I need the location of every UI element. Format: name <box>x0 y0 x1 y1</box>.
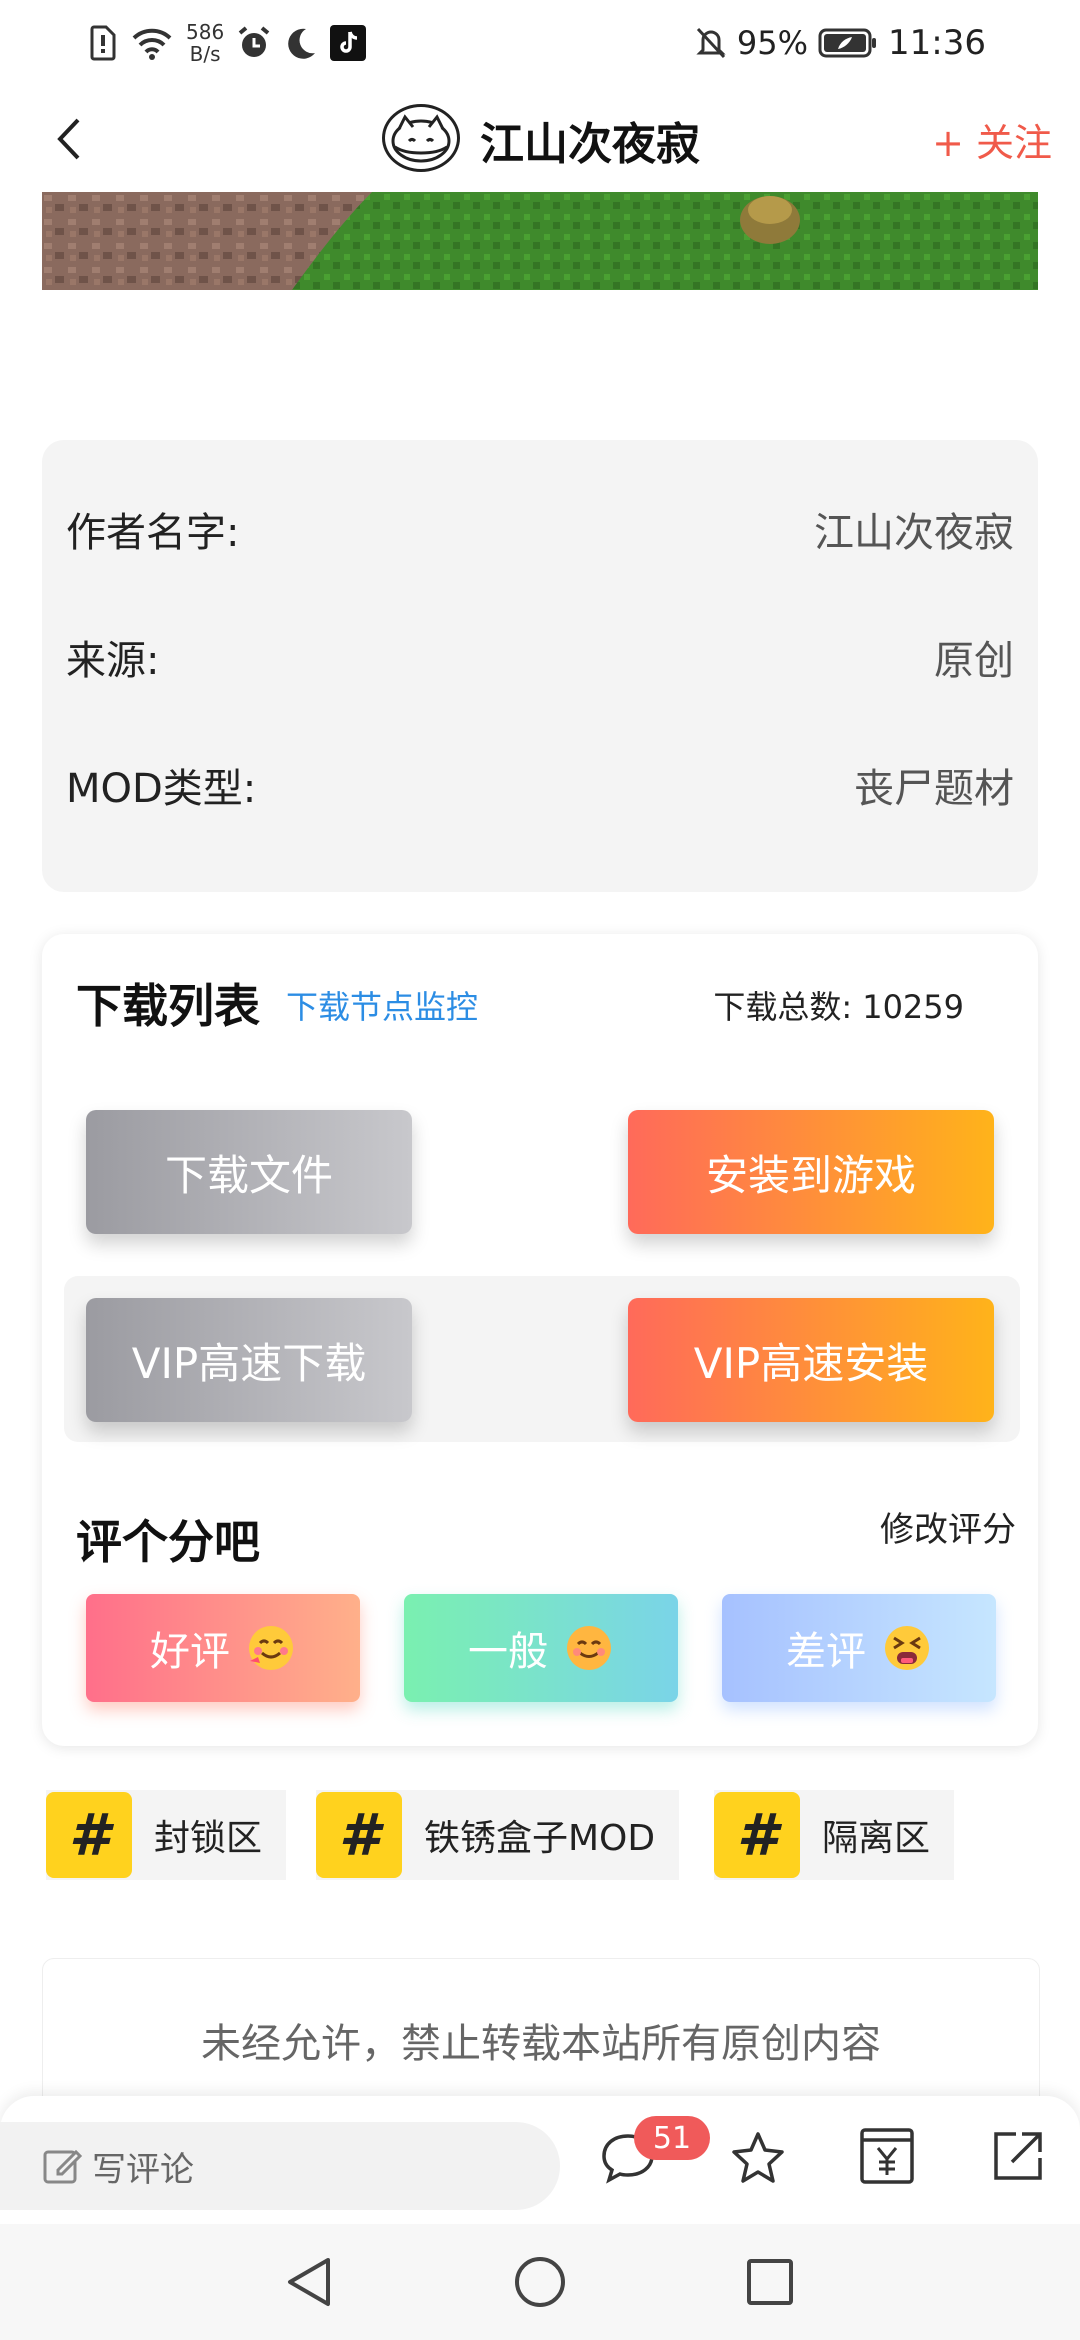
tag-label: 封锁区 <box>154 1818 263 1859</box>
favorite-star-icon[interactable] <box>728 2128 788 2188</box>
mod-info-card: 作者名字: 江山次夜寂 来源: 原创 MOD类型: 丧尸题材 <box>42 440 1038 892</box>
edit-rating-button[interactable]: 修改评分 <box>880 1502 1016 1551</box>
rate-normal-button[interactable]: 一般 <box>404 1594 678 1702</box>
rate-normal-label: 一般 <box>468 1629 548 1675</box>
love-face-emoji-icon <box>249 1626 293 1670</box>
write-comment-input[interactable]: 写评论 <box>0 2122 560 2210</box>
cat-logo-icon <box>391 114 451 163</box>
download-total: 下载总数: 10259 <box>713 982 964 1028</box>
cover-illustration <box>42 192 1038 290</box>
copyright-notice-text: 未经允许，禁止转载本站所有原创内容 <box>201 2021 881 2067</box>
tag-item[interactable]: # 铁锈盒子MOD <box>316 1790 680 1880</box>
moon-icon <box>288 28 316 59</box>
download-card: 下载列表 下载节点监控 下载总数: 10259 下载文件 安装到游戏 VIP高速下… <box>42 934 1038 1746</box>
download-node-monitor-link[interactable]: 下载节点监控 <box>286 982 478 1028</box>
share-icon[interactable] <box>988 2126 1048 2186</box>
nav-recents-icon[interactable] <box>744 2254 796 2310</box>
rating-title: 评个分吧 <box>76 1515 260 1569</box>
info-row-author: 作者名字: 江山次夜寂 <box>66 500 1014 558</box>
vip-install-button[interactable]: VIP高速安装 <box>628 1298 994 1422</box>
system-nav-bar <box>0 2224 1080 2340</box>
mod-cover-image <box>42 192 1038 290</box>
info-value: 江山次夜寂 <box>814 510 1014 556</box>
install-to-game-button[interactable]: 安装到游戏 <box>628 1110 994 1234</box>
hashtag-icon: # <box>714 1792 800 1878</box>
status-left-icons: 586 B/s <box>88 18 367 68</box>
info-label: 作者名字: <box>66 510 240 556</box>
info-row-mod-type: MOD类型: 丧尸题材 <box>66 756 1014 814</box>
info-value: 丧尸题材 <box>854 766 1014 812</box>
rate-good-label: 好评 <box>150 1629 230 1675</box>
rate-good-button[interactable]: 好评 <box>86 1594 360 1702</box>
vip-download-button[interactable]: VIP高速下载 <box>86 1298 412 1422</box>
hashtag-icon: # <box>46 1792 132 1878</box>
clock-time: 11:36 <box>888 23 986 63</box>
author-avatar[interactable] <box>382 104 460 172</box>
alert-sim-icon <box>90 25 116 61</box>
mute-bell-icon <box>696 27 726 59</box>
net-speed-unit: B/s <box>189 42 221 66</box>
battery-percent: 95% <box>736 24 809 62</box>
net-speed-value: 586 <box>186 20 225 44</box>
tag-item[interactable]: # 隔离区 <box>714 1790 955 1880</box>
nav-home-icon[interactable] <box>512 2254 568 2310</box>
rate-bad-button[interactable]: 差评 <box>722 1594 996 1702</box>
tag-item[interactable]: # 封锁区 <box>46 1790 287 1880</box>
reward-yuan-icon[interactable] <box>858 2126 916 2186</box>
write-comment-placeholder: 写评论 <box>92 2149 194 2190</box>
rate-bad-label: 差评 <box>786 1629 866 1675</box>
page-title: 江山次夜寂 <box>480 119 700 170</box>
status-bar: 586 B/s 95% 11:36 <box>0 0 1080 86</box>
hashtag-icon: # <box>316 1792 402 1878</box>
edit-pencil-icon <box>43 2149 82 2184</box>
tag-label: 铁锈盒子MOD <box>424 1818 656 1859</box>
info-label: MOD类型: <box>66 766 257 812</box>
wifi-icon <box>132 28 172 60</box>
bottom-action-bar: 写评论 51 <box>0 2096 1080 2224</box>
alarm-icon <box>238 26 270 57</box>
status-right-icons: 95% 11:36 <box>610 18 1080 68</box>
battery-icon <box>818 28 877 58</box>
top-nav: 江山次夜寂 + 关注 <box>0 86 1080 192</box>
tag-label: 隔离区 <box>822 1818 931 1859</box>
tired-face-emoji-icon <box>885 1626 929 1670</box>
smile-emoji-icon <box>567 1626 611 1670</box>
nav-back-icon[interactable] <box>282 2254 338 2310</box>
info-label: 来源: <box>66 638 160 684</box>
info-row-source: 来源: 原创 <box>66 628 1014 686</box>
download-total-value: 10259 <box>862 988 964 1026</box>
comment-count-badge: 51 <box>634 2116 710 2160</box>
net-speed: 586 B/s <box>186 21 224 65</box>
download-file-button[interactable]: 下载文件 <box>86 1110 412 1234</box>
back-arrow-icon[interactable] <box>50 116 90 162</box>
download-total-label: 下载总数: <box>713 988 853 1026</box>
follow-button[interactable]: + 关注 <box>932 112 1052 167</box>
download-list-title: 下载列表 <box>76 979 260 1033</box>
tiktok-icon <box>330 25 367 61</box>
info-value: 原创 <box>934 638 1014 684</box>
